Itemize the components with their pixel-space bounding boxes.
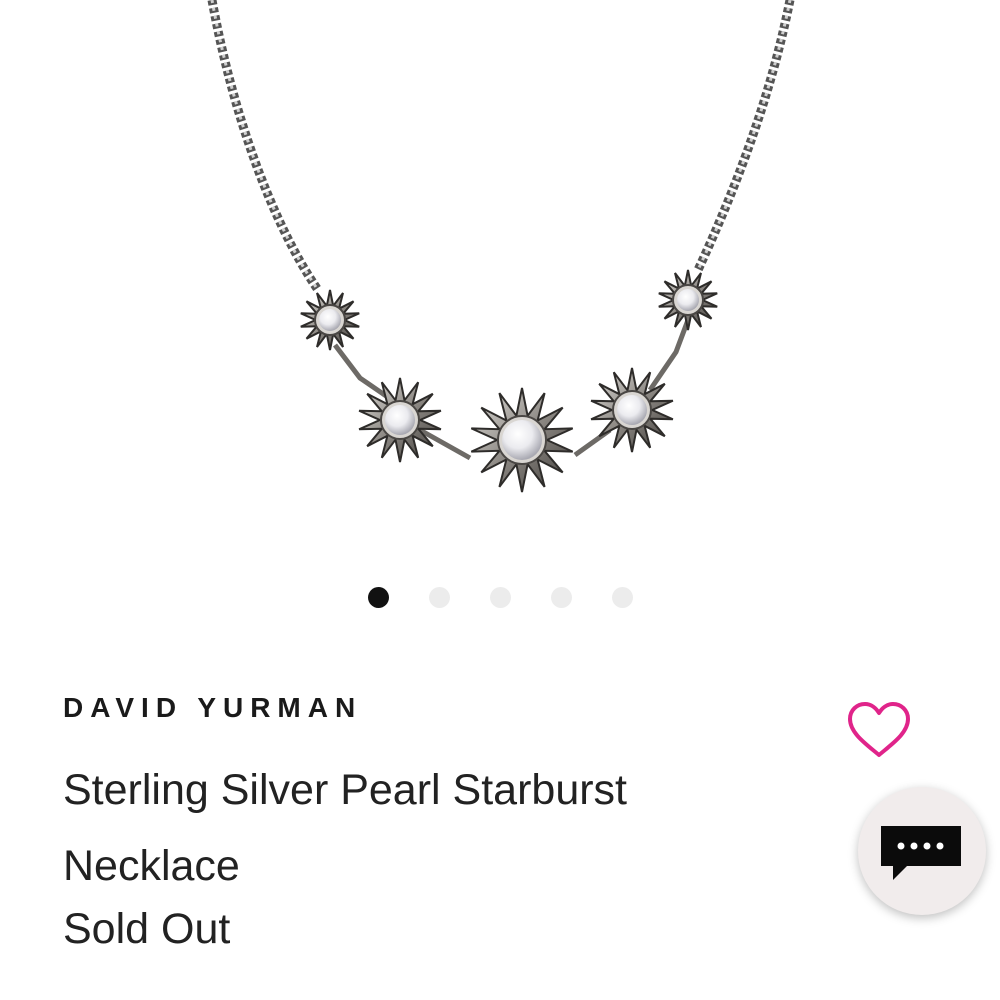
pearl	[385, 405, 415, 435]
pearl	[319, 309, 341, 331]
chat-bubble-icon	[881, 826, 961, 880]
heart-outline-icon	[848, 702, 910, 757]
product-title-line-1: Sterling Silver Pearl Starburst	[63, 766, 627, 814]
carousel-dot-5[interactable]	[611, 587, 633, 608]
chat-button[interactable]	[858, 787, 986, 915]
carousel-dot-1[interactable]	[367, 587, 389, 608]
product-title-line-2: Necklace	[63, 842, 240, 890]
product-page: DAVID YURMAN Sterling Silver Pearl Starb…	[0, 0, 1000, 1000]
carousel-dot-4[interactable]	[550, 587, 572, 608]
wishlist-button[interactable]	[846, 700, 912, 762]
necklace-image	[207, 0, 795, 493]
carousel-dot-3[interactable]	[489, 587, 511, 608]
product-image[interactable]	[0, 0, 1000, 560]
availability-status: Sold Out	[63, 905, 231, 953]
image-carousel-dots	[0, 587, 1000, 608]
carousel-dot-2[interactable]	[428, 587, 450, 608]
pearl	[617, 395, 647, 425]
pearl	[677, 289, 699, 311]
brand-name[interactable]: DAVID YURMAN	[63, 692, 362, 724]
product-title: Sterling Silver Pearl Starburst Necklace	[63, 752, 783, 904]
pearl	[502, 420, 542, 460]
